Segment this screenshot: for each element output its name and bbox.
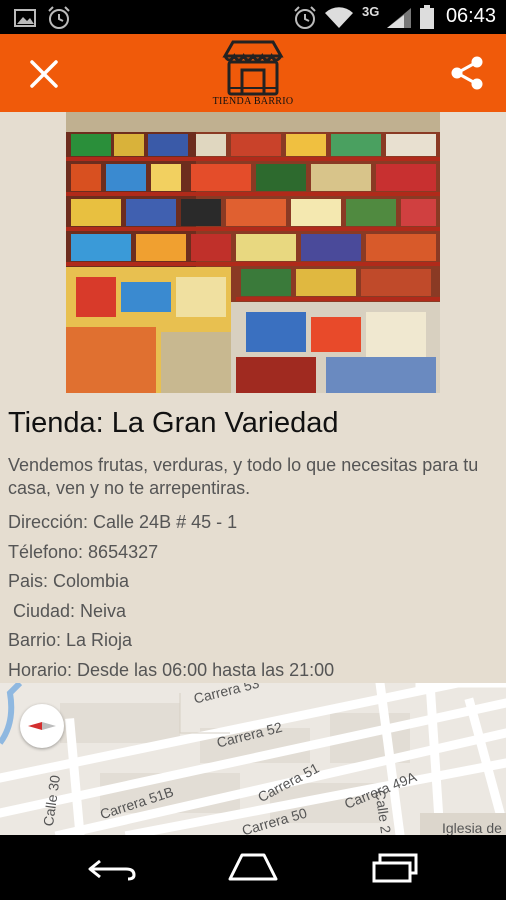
- map-label-iglesia: Iglesia de: [442, 820, 502, 835]
- store-map[interactable]: Carrera 53 Carrera 52 Carrera 51 Carrera…: [0, 683, 506, 835]
- signal-icon: [387, 8, 411, 28]
- compass-button[interactable]: [20, 704, 64, 748]
- status-bar: 3G 06:43: [0, 0, 506, 34]
- store-address: Dirección: Calle 24B # 45 - 1: [8, 512, 238, 532]
- store-country: Pais: Colombia: [8, 571, 130, 591]
- image-icon: [14, 9, 36, 27]
- back-icon[interactable]: [86, 857, 138, 881]
- recent-apps-icon[interactable]: [370, 851, 420, 883]
- navigation-bar: [0, 835, 506, 900]
- store-description: Vendemos frutas, verduras, y todo lo que…: [8, 455, 479, 498]
- alarm-icon: [294, 6, 316, 29]
- compass-icon: [28, 722, 56, 730]
- alarm-icon: [48, 6, 70, 29]
- store-info: Dirección: Calle 24B # 45 - 1 Télefono: …: [8, 508, 498, 685]
- share-icon[interactable]: [448, 54, 486, 92]
- network-type: 3G: [362, 4, 380, 19]
- close-icon[interactable]: [26, 56, 62, 92]
- store-city: Ciudad: Neiva: [8, 600, 127, 621]
- store-title: Tienda: La Gran Variedad: [8, 407, 339, 439]
- clock: 06:43: [445, 5, 496, 27]
- store-photo: [66, 112, 440, 393]
- store-neighborhood: Barrio: La Rioja: [8, 630, 133, 650]
- store-hours: Horario: Desde las 06:00 hasta las 21:00: [8, 659, 335, 680]
- logo-text: TIENDA BARRIO: [212, 96, 294, 107]
- store-details: Tienda: La Gran Variedad Vendemos frutas…: [8, 400, 498, 685]
- battery-icon: [420, 5, 434, 29]
- store-phone[interactable]: Télefono: 8654327: [8, 538, 498, 568]
- wifi-icon: [325, 7, 353, 29]
- home-icon[interactable]: [226, 851, 280, 881]
